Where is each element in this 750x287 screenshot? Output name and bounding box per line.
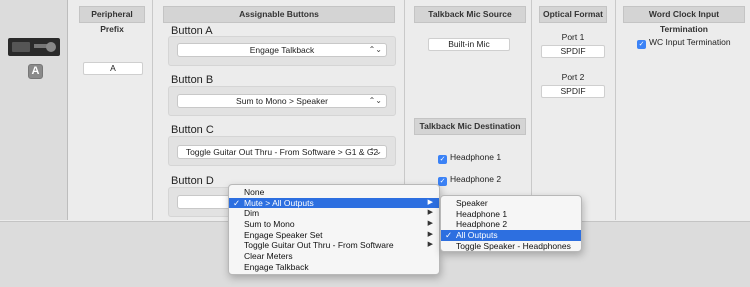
- menu-item-none[interactable]: None: [229, 187, 439, 198]
- submenu-arrow-icon: ▶: [427, 241, 433, 249]
- button-d-label: Button D: [171, 175, 214, 187]
- chevron-updown-icon: ⌃⌄: [368, 96, 382, 105]
- chevron-updown-icon: ⌃⌄: [368, 147, 382, 156]
- checkmark-icon: ✓: [445, 230, 453, 241]
- talkback-mic-destination-header: Talkback Mic Destination: [414, 118, 526, 135]
- menu-item-engage-speaker-set[interactable]: Engage Speaker Set ▶: [229, 230, 439, 241]
- checkmark-icon: ✓: [438, 177, 447, 186]
- button-b-popup[interactable]: Sum to Mono > Speaker ⌃⌄: [177, 94, 387, 108]
- assignable-buttons-header: Assignable Buttons: [163, 6, 395, 23]
- headphone-1-label: Headphone 1: [450, 152, 502, 162]
- submenu-arrow-icon: ▶: [427, 220, 433, 228]
- checkmark-icon: ✓: [233, 197, 241, 208]
- menu-item-sum-to-mono[interactable]: Sum to Mono ▶: [229, 219, 439, 230]
- submenu-item-headphone-1[interactable]: Headphone 1: [441, 209, 581, 220]
- menu-item-dim[interactable]: Dim ▶: [229, 208, 439, 219]
- submenu-item-headphone-2[interactable]: Headphone 2: [441, 219, 581, 230]
- submenu-item-toggle-speaker-headphones[interactable]: Toggle Speaker - Headphones: [441, 241, 581, 252]
- port-2-field[interactable]: SPDIF: [541, 85, 605, 98]
- button-c-popup[interactable]: Toggle Guitar Out Thru - From Software >…: [177, 145, 387, 159]
- port-1-field[interactable]: SPDIF: [541, 45, 605, 58]
- button-c-label: Button C: [171, 124, 214, 136]
- checkmark-icon: ✓: [438, 155, 447, 164]
- button-d-menu: None ✓ Mute > All Outputs ▶ Dim ▶ Sum to…: [228, 184, 440, 275]
- submenu-item-speaker[interactable]: Speaker: [441, 198, 581, 209]
- submenu-arrow-icon: ▶: [427, 209, 433, 217]
- checkmark-icon: ✓: [637, 40, 646, 49]
- optical-format-header: Optical Format: [539, 6, 607, 23]
- word-clock-header: Word Clock Input Termination: [623, 6, 745, 34]
- word-clock-column: Word Clock Input Termination: [617, 0, 750, 220]
- mute-submenu: Speaker Headphone 1 Headphone 2 ✓ All Ou…: [440, 195, 582, 252]
- chevron-updown-icon: ⌃⌄: [368, 45, 382, 54]
- talkback-mic-source-field[interactable]: Built-in Mic: [428, 38, 510, 51]
- headphone-2-checkbox[interactable]: ✓ Headphone 2: [438, 174, 501, 186]
- headphone-1-checkbox[interactable]: ✓ Headphone 1: [438, 152, 501, 164]
- submenu-arrow-icon: ▶: [427, 230, 433, 238]
- device-badge[interactable]: A: [28, 64, 43, 79]
- button-a-value: Engage Talkback: [249, 45, 315, 55]
- peripheral-prefix-field[interactable]: A: [83, 62, 143, 75]
- button-b-label: Button B: [171, 74, 214, 86]
- menu-item-clear-meters[interactable]: Clear Meters: [229, 251, 439, 262]
- talkback-mic-source-header: Talkback Mic Source: [414, 6, 526, 23]
- device-panel: A: [0, 0, 68, 220]
- button-b-value: Sum to Mono > Speaker: [236, 96, 328, 106]
- menu-item-mute-all-outputs[interactable]: ✓ Mute > All Outputs ▶: [229, 197, 439, 209]
- port-2-label: Port 2: [561, 72, 585, 82]
- device-icon: [8, 38, 60, 56]
- submenu-item-all-outputs[interactable]: ✓ All Outputs: [441, 230, 581, 241]
- port-1-label: Port 1: [561, 32, 585, 42]
- peripheral-prefix-column: Peripheral Prefix A: [69, 0, 153, 220]
- menu-item-engage-talkback[interactable]: Engage Talkback: [229, 262, 439, 273]
- wc-input-termination-checkbox[interactable]: ✓ WC Input Termination: [637, 37, 731, 49]
- button-c-value: Toggle Guitar Out Thru - From Software >…: [185, 147, 379, 157]
- menu-item-toggle-guitar-out[interactable]: Toggle Guitar Out Thru - From Software ▶: [229, 240, 439, 251]
- headphone-2-label: Headphone 2: [450, 174, 502, 184]
- button-a-popup[interactable]: Engage Talkback ⌃⌄: [177, 43, 387, 57]
- wc-input-termination-label: WC Input Termination: [649, 37, 731, 47]
- peripheral-prefix-header: Peripheral Prefix: [79, 6, 145, 34]
- submenu-arrow-icon: ▶: [427, 198, 433, 206]
- optical-format-column: Optical Format Port 1 SPDIF Port 2 SPDIF: [533, 0, 616, 220]
